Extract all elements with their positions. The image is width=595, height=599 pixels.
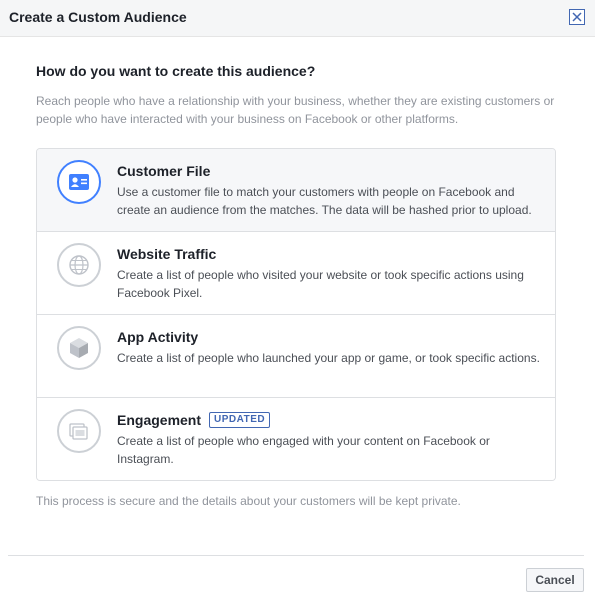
option-engagement[interactable]: Engagement UPDATED Create a list of peop…: [37, 398, 555, 480]
option-customer-file[interactable]: Customer File Use a customer file to mat…: [37, 149, 555, 232]
option-title: App Activity: [117, 329, 199, 345]
option-description: Create a list of people who visited your…: [117, 268, 524, 300]
contact-card-icon: [57, 160, 101, 204]
cancel-button[interactable]: Cancel: [526, 568, 584, 592]
close-button[interactable]: [569, 9, 585, 25]
option-app-activity[interactable]: App Activity Create a list of people who…: [37, 315, 555, 398]
dialog-header: Create a Custom Audience: [0, 0, 595, 37]
option-title: Website Traffic: [117, 246, 217, 262]
updated-badge: UPDATED: [209, 412, 271, 428]
option-title: Customer File: [117, 163, 211, 179]
dialog-title: Create a Custom Audience: [9, 9, 187, 25]
option-description: Create a list of people who launched you…: [117, 351, 540, 365]
close-icon: [572, 12, 582, 22]
option-description: Create a list of people who engaged with…: [117, 434, 490, 466]
globe-icon: [57, 243, 101, 287]
stacked-posts-icon: [57, 409, 101, 453]
cube-icon: [57, 326, 101, 370]
audience-options: Customer File Use a customer file to mat…: [36, 148, 556, 481]
section-question: How do you want to create this audience?: [36, 63, 316, 79]
option-website-traffic[interactable]: Website Traffic Create a list of people …: [37, 232, 555, 315]
intro-text: Reach people who have a relationship wit…: [36, 94, 555, 126]
privacy-note: This process is secure and the details a…: [36, 494, 461, 508]
option-description: Use a customer file to match your custom…: [117, 185, 532, 217]
option-title: Engagement: [117, 412, 202, 428]
footer-divider: [8, 555, 584, 556]
